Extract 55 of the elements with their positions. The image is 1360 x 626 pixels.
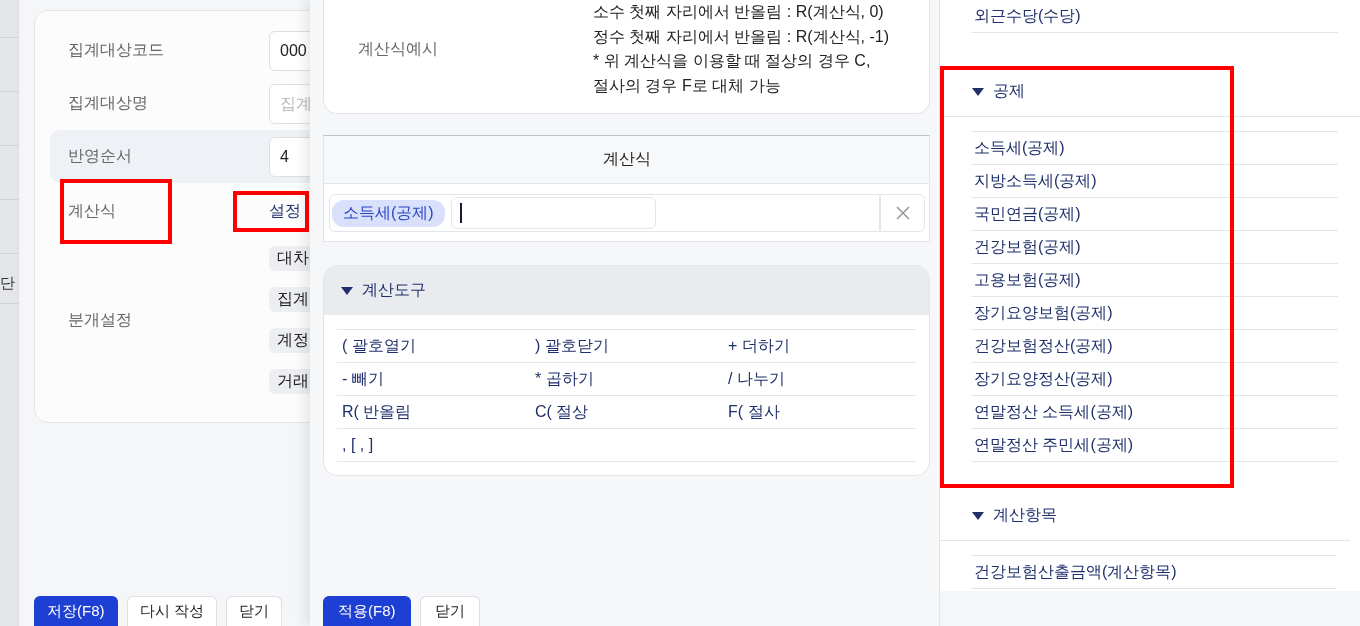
section-header[interactable]: 계산도구 <box>324 266 929 315</box>
table-cell: 단 <box>0 264 18 304</box>
clear-button[interactable] <box>880 194 925 232</box>
list-item[interactable]: 지방소득세(공제) <box>971 165 1338 198</box>
section-title: 공제 <box>993 81 1025 101</box>
list-item[interactable]: 건강보험산출금액(계산항목) <box>971 555 1336 589</box>
action-button[interactable]: 닫기 <box>225 596 282 626</box>
formula-field[interactable]: 소득세(공제) <box>329 194 880 232</box>
operator-item[interactable]: F( 절사 <box>723 396 916 429</box>
section-title: 계산도구 <box>362 280 426 300</box>
option-tag[interactable]: 계정 <box>269 328 310 353</box>
list-item[interactable]: 장기요양보험(공제) <box>971 297 1338 330</box>
list-item[interactable]: 고용보험(공제) <box>971 264 1338 297</box>
field-label: 분개설정 <box>68 309 132 330</box>
column-header: 계산식 <box>324 136 929 184</box>
list-item[interactable]: 장기요양정산(공제) <box>971 363 1338 396</box>
close-button[interactable]: 닫기 <box>419 596 480 626</box>
formula-token[interactable]: 소득세(공제) <box>332 199 445 227</box>
field-label: 계산식예시 <box>358 38 439 59</box>
operator-item[interactable]: C( 절상 <box>530 396 723 429</box>
operator-item[interactable]: * 곱하기 <box>530 363 723 396</box>
list-item[interactable]: 연말정산 주민세(공제) <box>971 429 1338 462</box>
example-text: 정수 첫째 자리에서 반올림 : R(계산식, -1) <box>593 26 889 47</box>
option-tag[interactable]: 집계 <box>269 287 310 312</box>
option-tag[interactable]: 거래 <box>269 369 310 394</box>
action-button[interactable]: 다시 작성 <box>126 596 217 626</box>
operator-item[interactable]: R( 반올림 <box>337 396 530 429</box>
operator-item[interactable]: + 더하기 <box>723 330 916 363</box>
section-header[interactable]: 계산항목 <box>940 490 1350 541</box>
field-label: 집계대상명 <box>68 93 148 113</box>
input-field[interactable] <box>450 197 656 229</box>
input-field[interactable]: 000 <box>269 30 310 71</box>
operator-item[interactable]: , [ , ] <box>337 429 530 462</box>
list-item[interactable]: 건강보험정산(공제) <box>971 330 1338 363</box>
operator-item[interactable]: - 빼기 <box>337 363 530 396</box>
close-icon <box>894 205 911 221</box>
field-label: 집계대상코드 <box>68 40 164 60</box>
operator-item[interactable]: ( 괄호열기 <box>337 330 530 363</box>
option-tag[interactable]: 대차 <box>269 246 310 271</box>
list-item[interactable]: 소득세(공제) <box>971 131 1338 165</box>
apply-button[interactable]: 적용(F8) <box>323 596 411 626</box>
section-header[interactable]: 공제 <box>940 66 1360 117</box>
list-item[interactable]: 건강보험(공제) <box>971 231 1338 264</box>
list-item[interactable]: 연말정산 소득세(공제) <box>971 396 1338 429</box>
save-button[interactable]: 저장(F8) <box>34 596 118 626</box>
field-label: 반영순서 <box>68 146 132 166</box>
operator-item[interactable]: / 나누기 <box>723 363 916 396</box>
section-title: 계산항목 <box>993 505 1057 525</box>
input-field[interactable]: 집계 <box>269 83 310 124</box>
list-item[interactable]: 외근수당(수당) <box>971 0 1338 33</box>
example-text: * 위 계산식을 이용할 때 절상의 경우 C, 절사의 경우 F로 대체 가능 <box>593 51 872 96</box>
input-field[interactable]: 4 <box>269 136 310 177</box>
operator-item[interactable]: ) 괄호닫기 <box>530 330 723 363</box>
example-text: 소수 첫째 자리에서 반올림 : R(계산식, 0) <box>593 2 885 22</box>
list-item[interactable]: 국민연금(공제) <box>971 198 1338 231</box>
